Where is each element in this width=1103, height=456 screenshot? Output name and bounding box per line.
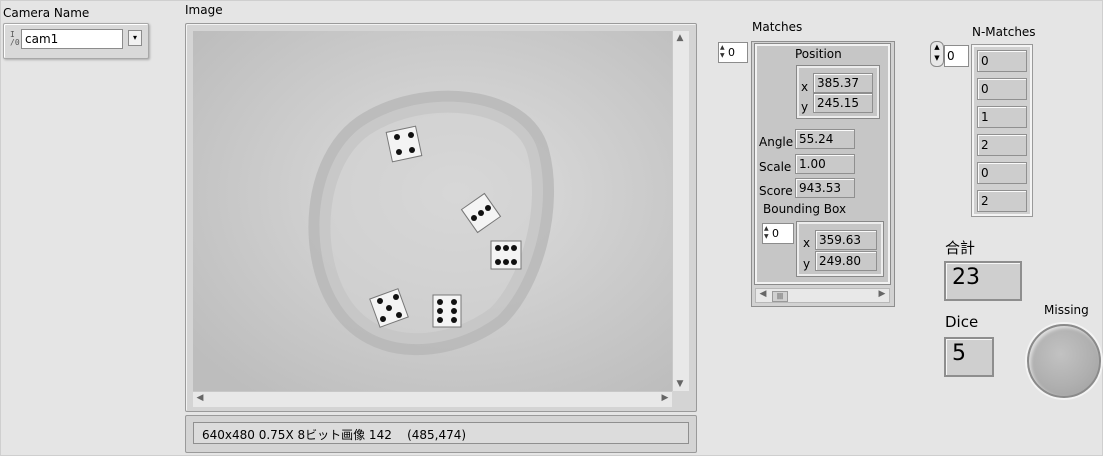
bbox-x-label: x [803,236,811,250]
matches-index[interactable]: ▲ ▼ 0 [718,42,748,63]
scroll-thumb[interactable]: ||| [772,291,788,302]
image-vertical-scrollbar[interactable]: ▲ ▼ [672,31,689,391]
total-value: 23 [944,261,1022,301]
missing-label: Missing [1044,303,1089,317]
dice-value: 5 [944,337,994,377]
image-info-text: 640x480 0.75X 8ビット画像 142 (485,474) [193,422,689,444]
die-1 [385,125,423,163]
die-5 [432,294,462,328]
n-matches-cell: 2 [977,190,1027,212]
camera-name-control: I/0 cam1 ▾ [3,23,149,59]
missing-led-indicator[interactable] [1027,324,1101,398]
position-y-label: y [801,100,809,114]
n-matches-array: 0 0 1 2 0 2 [971,44,1033,217]
angle-value: 55.24 [795,129,855,149]
scroll-left-icon[interactable]: ◀ [193,393,207,403]
matches-horizontal-scrollbar[interactable]: ◀ ||| ▶ [755,288,890,303]
bounding-box-label: Bounding Box [763,202,847,216]
spin-icon[interactable]: ▲ ▼ [720,44,727,61]
total-label: 合計 [945,239,976,257]
score-label: Score [759,184,793,198]
n-matches-cell: 0 [977,78,1027,100]
scroll-left-icon[interactable]: ◀ [756,289,770,299]
scale-label: Scale [759,160,792,174]
score-value: 943.53 [795,178,855,198]
die-3 [490,240,522,270]
bbox-y-value: 249.80 [815,251,877,271]
image-info-bar: 640x480 0.75X 8ビット画像 142 (485,474) [185,415,697,453]
camera-image[interactable] [193,31,672,391]
scroll-right-icon[interactable]: ▶ [875,289,889,299]
position-x-value: 385.37 [813,73,873,93]
bounding-box-index[interactable]: ▲ ▼ 0 [762,223,794,244]
scroll-up-icon[interactable]: ▲ [673,33,687,43]
io-name-icon: I/0 [10,30,20,47]
scale-value: 1.00 [795,154,855,174]
bbox-y-label: y [803,257,811,271]
position-x-label: x [801,80,809,94]
image-label: Image [185,3,223,17]
position-y-value: 245.15 [813,93,873,113]
n-matches-spin-icon[interactable]: ▲ ▼ [930,41,944,67]
n-matches-cell: 0 [977,162,1027,184]
scroll-down-icon[interactable]: ▼ [673,379,687,389]
angle-label: Angle [759,135,794,149]
position-cluster: x 385.37 y 245.15 [796,65,880,119]
n-matches-cell: 2 [977,134,1027,156]
position-label: Position [795,47,842,61]
n-matches-label: N-Matches [972,25,1036,39]
n-matches-index[interactable]: 0 [944,45,969,67]
n-matches-cell: 0 [977,50,1027,72]
image-display: ▲ ▼ ◀ ▶ [185,23,697,412]
dropdown-arrow-icon[interactable]: ▾ [128,30,142,46]
dice-label: Dice [945,313,979,331]
scroll-right-icon[interactable]: ▶ [658,393,672,403]
n-matches-cell: 1 [977,106,1027,128]
matches-label: Matches [752,20,803,34]
camera-name-label: Camera Name [3,6,90,20]
bounding-box-cluster: x 359.63 y 249.80 [796,221,884,277]
bbox-x-value: 359.63 [815,230,877,250]
match-cluster: Position x 385.37 y 245.15 Angle 55.24 S… [754,43,891,285]
image-horizontal-scrollbar[interactable]: ◀ ▶ [193,391,672,407]
camera-name-field[interactable]: cam1 [21,29,123,49]
spin-icon[interactable]: ▲ ▼ [764,225,771,242]
